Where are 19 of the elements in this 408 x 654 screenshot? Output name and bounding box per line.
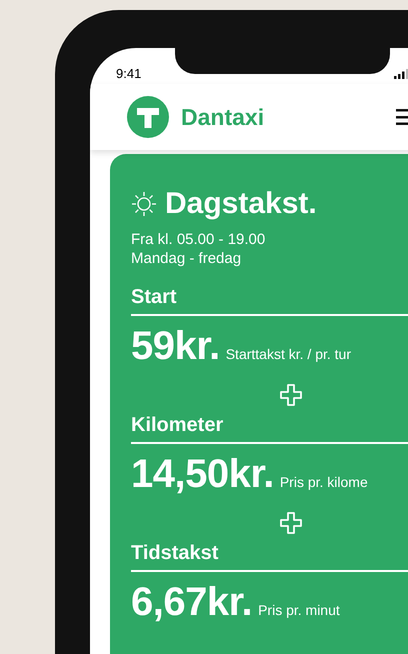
signal-icon (394, 69, 408, 79)
tariff-hours: Fra kl. 05.00 - 19.00 (131, 230, 266, 249)
fare-price: 14,50kr. (131, 451, 274, 498)
status-time: 9:41 (116, 65, 142, 84)
taxi-logo-icon (127, 96, 169, 138)
fare-price: 6,67kr. (131, 579, 252, 626)
fare-price: 59kr. (131, 323, 220, 370)
fare-note: Starttakst kr. / pr. tur (226, 345, 351, 364)
fare-label: Tidstakst (131, 541, 218, 566)
fare-note: Pris pr. minut (258, 601, 340, 620)
fare-note: Pris pr. kilome (280, 473, 368, 492)
plus-icon (280, 384, 302, 406)
tariff-title: Dagstakst. (165, 186, 317, 222)
brand-name: Dantaxi (181, 102, 264, 132)
fare-label: Kilometer (131, 413, 224, 438)
sun-icon (131, 191, 157, 217)
plus-icon (280, 512, 302, 534)
fare-label: Start (131, 285, 177, 310)
tariff-days: Mandag - fredag (131, 249, 408, 268)
